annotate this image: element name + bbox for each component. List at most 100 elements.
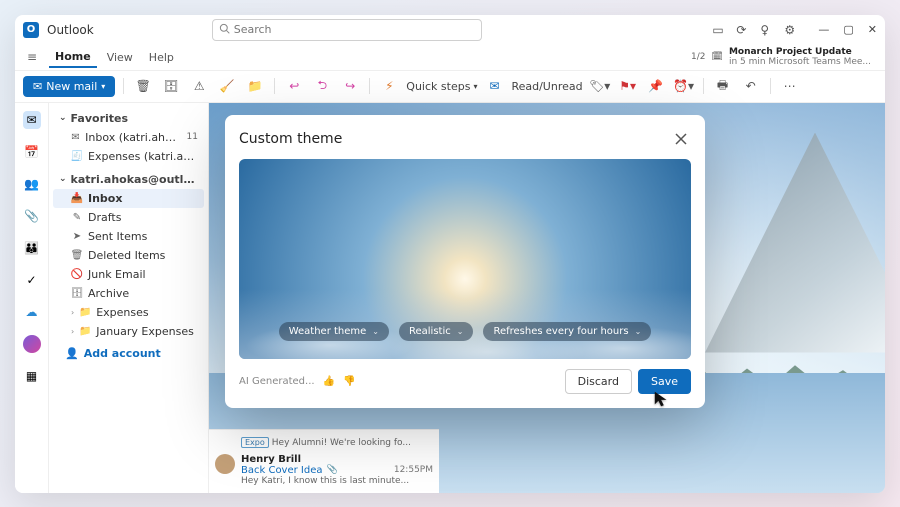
favorites-header[interactable]: ⌄Favorites [53,109,204,128]
calendar-reminder[interactable]: 1/2 🗓 Monarch Project Update in 5 min Mi… [691,47,877,67]
hamburger-icon[interactable]: ≡ [23,50,41,64]
rail-people-icon[interactable]: 👥 [23,175,41,193]
archive-icon: 🗄 [71,287,83,299]
quick-steps-icon: ⚡ [378,75,400,97]
theme-preview: Weather theme⌄ Realistic⌄ Refreshes ever… [239,159,691,359]
reply-button[interactable]: ↩ [283,75,305,97]
left-rail: ✉ 📅 👥 📎 👪 ✓ ☁ ▦ [15,103,49,493]
pin-button[interactable]: 📌 [645,75,667,97]
category-tag: Expo [241,437,269,448]
tab-view[interactable]: View [101,48,139,67]
sidebar-item-expenses[interactable]: ›📁Expenses [53,303,204,322]
add-account-button[interactable]: 👤Add account [53,341,204,363]
chevron-down-icon: ⌄ [457,327,464,336]
folder-sidebar: ⌄Favorites ✉ Inbox (katri.ahokas@... 11 … [49,103,209,493]
rail-todo-icon[interactable]: ✓ [23,271,41,289]
meet-now-icon[interactable]: ▭ [712,23,726,37]
sidebar-item-deleted[interactable]: 🗑Deleted Items [53,246,204,265]
reminder-subtitle: in 5 min Microsoft Teams Mee... [729,57,871,67]
close-window-button[interactable]: ✕ [868,23,877,36]
minimize-button[interactable]: — [818,23,829,36]
rail-copilot-icon[interactable] [23,335,41,353]
more-button[interactable]: ⋯ [779,75,801,97]
message-row[interactable]: ExpoHey Alumni! We're looking fo... [215,434,433,451]
discard-button[interactable]: Discard [565,369,632,394]
title-action-group: ▭ ⟳ ♀ ⚙ [712,23,798,37]
undo-button[interactable]: ↶ [740,75,762,97]
folder-icon: 📁 [79,306,91,318]
ai-generated-label: AI Generated... 👍 👎 [239,376,355,387]
message-subject: Back Cover Idea [241,465,323,476]
reminder-title: Monarch Project Update [729,47,871,57]
junk-icon: 🚫 [71,268,83,280]
weather-theme-dropdown[interactable]: Weather theme⌄ [279,322,389,341]
message-preview: Hey Katri, I know this is last minute... [241,476,433,486]
quick-steps-button[interactable]: Quick steps ▾ [406,80,477,93]
dialog-close-button[interactable] [671,129,691,149]
thumbs-up-icon[interactable]: 👍 [323,376,335,387]
refresh-interval-dropdown[interactable]: Refreshes every four hours⌄ [483,322,651,341]
trash-icon: 🗑 [71,249,83,261]
sidebar-item-fav-expenses[interactable]: 🧾 Expenses (katri.ahoka... [53,147,204,166]
print-button[interactable]: 🖶 [712,75,734,97]
reply-all-button[interactable]: ⮌ [311,75,333,97]
report-button[interactable]: ⚠ [188,75,210,97]
sidebar-item-archive[interactable]: 🗄Archive [53,284,204,303]
inbox-icon: 📥 [71,192,83,204]
read-unread-button[interactable]: Read/Unread [511,80,582,93]
command-toolbar: ✉ New mail ▾ 🗑 🗄 ⚠ 🧹 📁 ↩ ⮌ ↪ ⚡ Quick ste… [15,71,885,103]
tag-button[interactable]: 🏷▾ [589,75,611,97]
new-mail-button[interactable]: ✉ New mail ▾ [23,76,115,97]
dialog-title: Custom theme [239,131,342,147]
chevron-down-icon: ⌄ [372,327,379,336]
move-button[interactable]: 📁 [244,75,266,97]
avatar [215,454,235,474]
archive-button[interactable]: 🗄 [160,75,182,97]
draft-icon: ✎ [71,211,83,223]
sidebar-item-drafts[interactable]: ✎Drafts [53,208,204,227]
forward-button[interactable]: ↪ [339,75,361,97]
attachment-icon: 📎 [327,465,338,475]
tab-home[interactable]: Home [49,47,97,68]
calendar-icon: 🗓 [712,52,723,62]
message-time: 12:55PM [394,465,433,475]
notifications-icon[interactable]: ⟳ [736,23,750,37]
chevron-down-icon: ⌄ [635,327,642,336]
sidebar-item-junk[interactable]: 🚫Junk Email [53,265,204,284]
message-list-fragment: ExpoHey Alumni! We're looking fo... Henr… [209,429,439,493]
delete-button[interactable]: 🗑 [132,75,154,97]
thumbs-down-icon[interactable]: 👎 [343,376,355,387]
reminder-count: 1/2 [691,52,705,62]
rail-onedrive-icon[interactable]: ☁ [23,303,41,321]
rail-groups-icon[interactable]: 👪 [23,239,41,257]
message-row[interactable]: Henry Brill Back Cover Idea 📎 12:55PM He… [215,451,433,489]
snooze-button[interactable]: ⏰▾ [673,75,695,97]
mail-icon: ✉ [33,80,42,93]
sweep-button[interactable]: 🧹 [216,75,238,97]
style-dropdown[interactable]: Realistic⌄ [399,322,473,341]
restore-button[interactable]: ▢ [843,23,853,36]
tips-icon[interactable]: ♀ [760,23,774,37]
sidebar-item-january-expenses[interactable]: ›📁January Expenses [53,322,204,341]
search-placeholder: Search [234,23,272,36]
search-icon [219,23,230,37]
app-title: Outlook [47,23,94,37]
receipt-icon: 🧾 [71,150,83,162]
settings-gear-icon[interactable]: ⚙ [784,23,798,37]
inbox-icon: ✉ [71,131,80,143]
account-header[interactable]: ⌄katri.ahokas@outlook.... [53,170,204,189]
chevron-down-icon: ▾ [101,82,105,91]
flag-button[interactable]: ⚑▾ [617,75,639,97]
sidebar-item-sent[interactable]: ➤Sent Items [53,227,204,246]
rail-mail-icon[interactable]: ✉ [23,111,41,129]
tab-help[interactable]: Help [143,48,180,67]
search-input[interactable]: Search [212,19,482,41]
rail-more-apps-icon[interactable]: ▦ [23,367,41,385]
rail-calendar-icon[interactable]: 📅 [23,143,41,161]
mouse-cursor-icon [653,390,671,408]
rail-files-icon[interactable]: 📎 [23,207,41,225]
read-unread-icon: ✉ [483,75,505,97]
app-window: O Outlook Search ▭ ⟳ ♀ ⚙ — ▢ ✕ ≡ Home Vi… [15,15,885,493]
sidebar-item-inbox[interactable]: 📥Inbox [53,189,204,208]
sidebar-item-fav-inbox[interactable]: ✉ Inbox (katri.ahokas@... 11 [53,128,204,147]
